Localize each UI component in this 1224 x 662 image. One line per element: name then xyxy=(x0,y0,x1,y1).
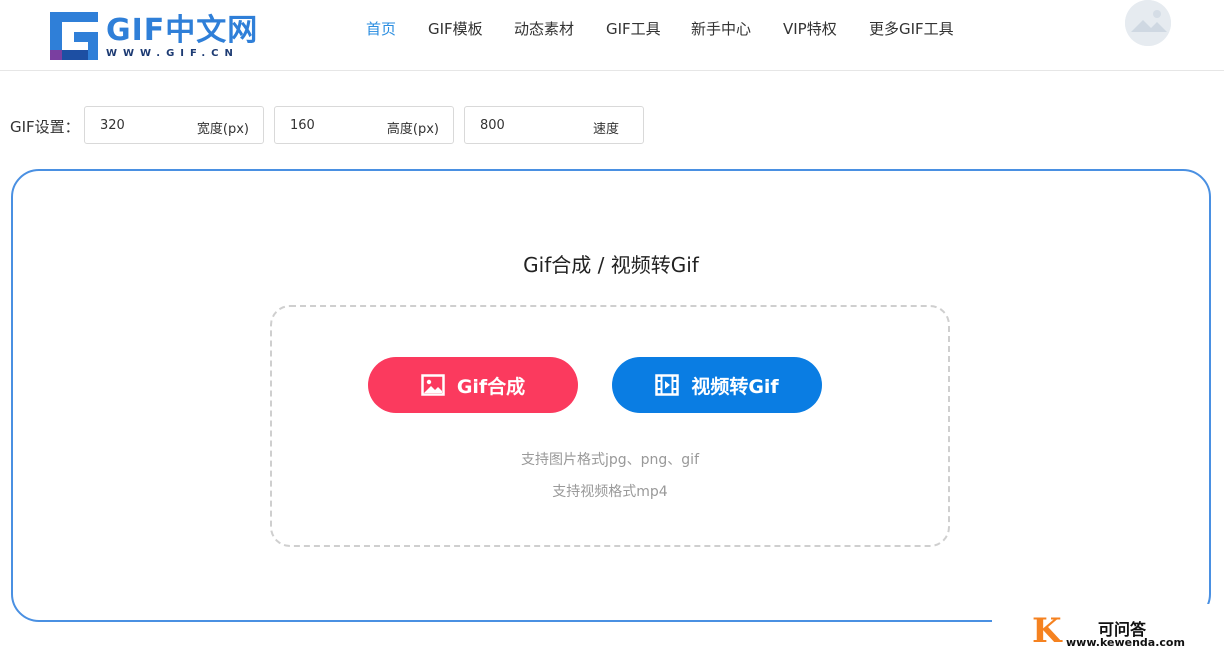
top-header: GIF中文网 WWW.GIF.CN 首页 GIF模板 动态素材 GIF工具 新手… xyxy=(0,0,1224,71)
nav-animated-assets[interactable]: 动态素材 xyxy=(514,18,574,40)
height-value: 160 xyxy=(290,118,315,133)
upload-card: Gif合成 / 视频转Gif Gif合成 视频转Gif 支持图片格式jpg、pn… xyxy=(11,169,1211,622)
watermark-logo-letter: K xyxy=(1032,611,1062,651)
nav-gif-templates[interactable]: GIF模板 xyxy=(428,18,483,40)
width-value: 320 xyxy=(100,118,125,133)
speed-field[interactable]: 800 速度 xyxy=(464,106,644,144)
upload-dropzone[interactable]: Gif合成 视频转Gif 支持图片格式jpg、png、gif 支持视频格式mp4 xyxy=(270,305,950,547)
kewenda-watermark: K 可问答 www.kewenda.com xyxy=(992,604,1224,662)
video-format-hint: 支持视频格式mp4 xyxy=(552,484,668,500)
avatar-image-icon xyxy=(1125,0,1171,46)
image-format-hint: 支持图片格式jpg、png、gif xyxy=(520,452,699,468)
logo-mark-icon xyxy=(50,12,98,60)
logo-url: WWW.GIF.CN xyxy=(106,48,239,59)
width-unit: 宽度(px) xyxy=(196,122,249,137)
nav-vip[interactable]: VIP特权 xyxy=(783,18,837,40)
nav-beginner-center[interactable]: 新手中心 xyxy=(691,18,751,40)
video-to-gif-button[interactable]: 视频转Gif xyxy=(612,357,822,413)
height-field[interactable]: 160 高度(px) xyxy=(274,106,454,144)
user-avatar[interactable] xyxy=(1125,0,1171,46)
speed-value: 800 xyxy=(480,118,505,133)
gif-compose-button[interactable]: Gif合成 xyxy=(368,357,578,413)
nav-home[interactable]: 首页 xyxy=(366,18,396,40)
watermark-url: www.kewenda.com xyxy=(1066,636,1185,649)
gif-compose-label: Gif合成 xyxy=(456,375,526,398)
video-to-gif-label: 视频转Gif xyxy=(691,375,779,398)
speed-unit: 速度 xyxy=(592,122,619,137)
card-title: Gif合成 / 视频转Gif xyxy=(523,253,699,277)
image-icon xyxy=(421,374,445,396)
logo-text: GIF中文网 xyxy=(106,13,259,48)
film-icon xyxy=(655,374,680,396)
settings-label: GIF设置： xyxy=(10,118,80,136)
site-logo[interactable]: GIF中文网 WWW.GIF.CN xyxy=(50,12,257,62)
width-field[interactable]: 320 宽度(px) xyxy=(84,106,264,144)
nav-gif-tools[interactable]: GIF工具 xyxy=(606,18,661,40)
nav-more-gif-tools[interactable]: 更多GIF工具 xyxy=(869,18,954,40)
height-unit: 高度(px) xyxy=(386,122,439,137)
